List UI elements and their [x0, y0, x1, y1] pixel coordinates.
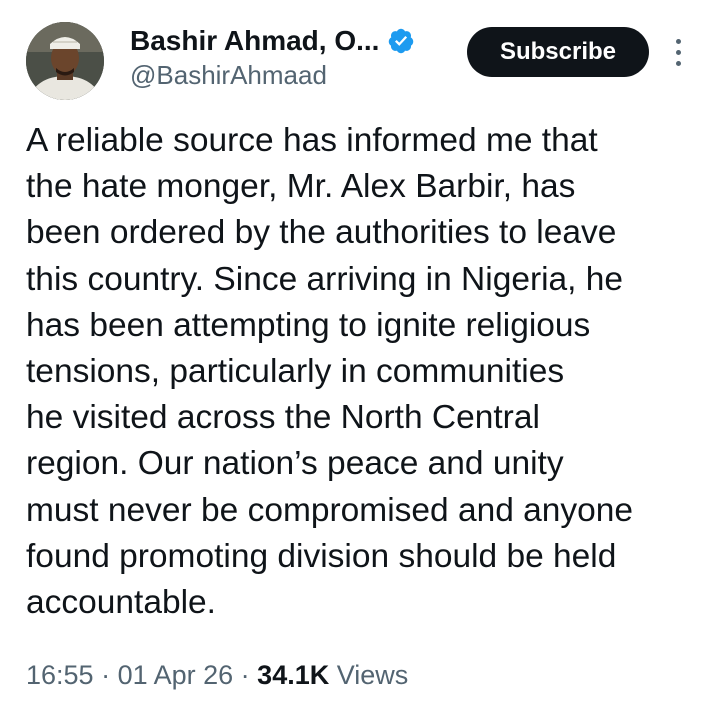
tweet-text-line: found promoting division should be held [26, 537, 617, 575]
tweet-text-line: has been attempting to ignite religious [26, 306, 591, 344]
tweet-text-line: region. Our nation’s peace and unity [26, 445, 564, 483]
tweet-meta: 16:55 · 01 Apr 26 · 34.1K Views [26, 660, 408, 691]
avatar-image [26, 22, 104, 100]
more-dot [676, 50, 681, 55]
more-dot [676, 39, 681, 44]
verified-badge-icon [387, 27, 415, 55]
tweet-text-line: the hate monger, Mr. Alex Barbir, has [26, 168, 576, 206]
tweet-text-line: A reliable source has informed me that [26, 122, 598, 159]
tweet-text-line: this country. Since arriving in Nigeria,… [26, 260, 624, 298]
tweet-time[interactable]: 16:55 [26, 660, 94, 690]
tweet-text-line: must never be compromised and anyone [26, 491, 634, 529]
author-handle[interactable]: @BashirAhmaad [130, 60, 327, 91]
tweet-card: Bashir Ahmad, O... @BashirAhmaad Subscri… [0, 0, 720, 717]
tweet-date[interactable]: 01 Apr 26 [118, 660, 234, 690]
views-label: Views [329, 660, 409, 690]
tweet-text-line: he visited across the North Central [26, 399, 540, 437]
tweet-text-line: tensions, particularly in communities [26, 353, 565, 391]
more-dot [676, 61, 681, 66]
more-vertical-icon[interactable] [672, 38, 686, 68]
meta-separator: · [93, 660, 118, 690]
views-count[interactable]: 34.1K [257, 660, 329, 690]
author-name-row: Bashir Ahmad, O... [130, 24, 415, 58]
avatar[interactable] [26, 22, 104, 100]
tweet-text: A reliable source has informed me that t… [26, 118, 706, 626]
meta-separator: · [233, 660, 258, 690]
tweet-text-line: been ordered by the authorities to leave [26, 214, 617, 252]
subscribe-button[interactable]: Subscribe [467, 27, 649, 77]
author-name[interactable]: Bashir Ahmad, O... [130, 25, 379, 57]
tweet-text-line: accountable. [26, 584, 216, 622]
